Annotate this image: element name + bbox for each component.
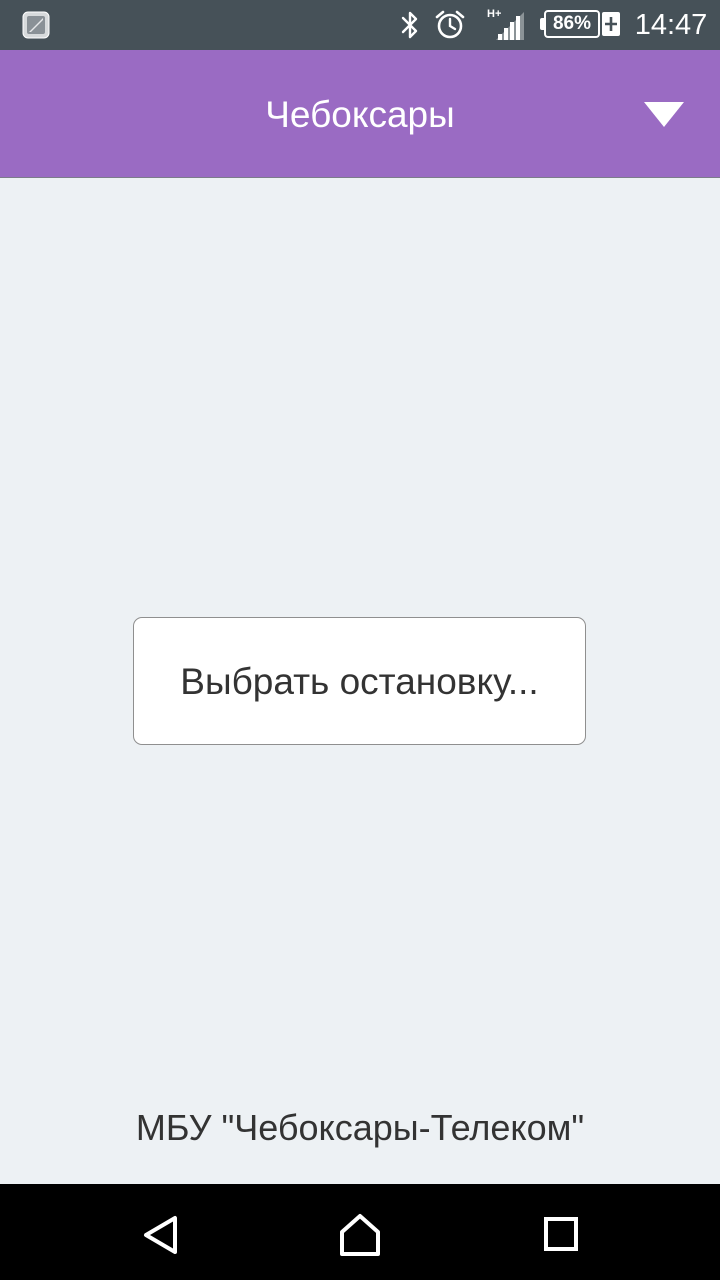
charging-plus-icon <box>602 12 620 36</box>
home-button[interactable] <box>328 1202 392 1266</box>
home-icon <box>340 1214 380 1256</box>
battery-icon: 86% <box>540 10 622 40</box>
app-notification-icon <box>22 11 50 39</box>
back-button[interactable] <box>128 1202 192 1266</box>
status-clock: 14:47 <box>634 9 708 41</box>
status-bar: H+ 86% 14:47 <box>0 0 720 50</box>
battery-percent: 86% <box>552 13 592 34</box>
recents-icon <box>544 1217 578 1251</box>
footer-copyright: МБУ "Чебоксары-Телеком" <box>135 1107 585 1148</box>
choose-stop-button[interactable]: Выбрать остановку... <box>133 617 586 745</box>
city-dropdown-button[interactable] <box>626 80 706 150</box>
recents-button[interactable] <box>528 1202 592 1266</box>
app-toolbar: Чебоксары <box>0 50 720 178</box>
triangle-down-icon <box>644 102 684 127</box>
back-icon <box>144 1216 177 1254</box>
navigation-bar <box>0 1184 720 1280</box>
network-type-label: H+ <box>487 8 501 20</box>
bluetooth-icon <box>398 10 422 40</box>
alarm-icon <box>434 9 466 41</box>
signal-icon: H+ <box>486 6 526 44</box>
city-title[interactable]: Чебоксары <box>0 50 720 177</box>
